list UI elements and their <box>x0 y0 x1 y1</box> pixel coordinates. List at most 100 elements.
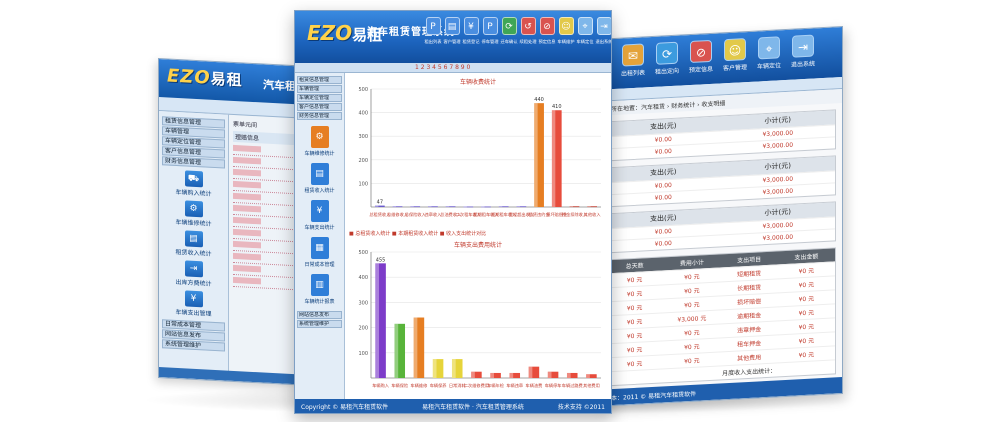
bar <box>551 110 562 207</box>
bar <box>509 372 521 378</box>
bar <box>490 372 501 378</box>
left-nav-label: 出库方费统计 <box>175 278 212 288</box>
x-tick-label: 车辆购入 <box>372 382 390 389</box>
toolbar-button[interactable]: ⊘ 预定信息 <box>538 17 556 45</box>
pay-icon: ¥ <box>463 17 479 35</box>
toolbar-label: 车辆维护 <box>557 39 575 45</box>
toolbar-label: 还车确认 <box>500 39 518 45</box>
bar <box>374 205 385 207</box>
toolbar-button[interactable]: ☺ 车辆维护 <box>557 17 575 45</box>
left-nav-item[interactable]: ⚙ 车辆维修统计 <box>159 199 228 229</box>
sidebar-nav-item[interactable]: ▥ 车辆统计报表 <box>295 274 344 305</box>
sidebar-submenu-item[interactable]: 网站信息发布 <box>297 311 342 319</box>
left-menu-item[interactable]: 财务信息管理 <box>162 156 225 169</box>
bar-highlight <box>528 366 533 378</box>
toolbar-button[interactable]: ¥ 租赁登记 <box>463 17 480 45</box>
sidebar-nav-label: 车辆支出统计 <box>304 225 335 231</box>
mail-icon: ✉ <box>622 43 644 67</box>
doc-icon: ▤ <box>444 17 460 35</box>
toolbar-button[interactable]: ⇥ 退出系统 <box>595 17 612 45</box>
right-toolbar-button[interactable]: ✉ 出租列表 <box>619 43 647 88</box>
bar-highlight <box>516 206 520 208</box>
people-icon: ☺ <box>558 17 574 35</box>
toolbar-label: 预定信息 <box>688 65 713 75</box>
chart-title: 车辆支出费用统计 <box>454 241 502 249</box>
x-tick-label: 车辆维修 <box>411 382 429 389</box>
x-tick-label: 车辆保养 <box>430 382 448 389</box>
x-tick-label: 车辆油费 <box>526 382 543 389</box>
bar-highlight <box>481 206 485 208</box>
right-toolbar-button[interactable]: ⊘ 预定信息 <box>687 39 715 85</box>
bar-highlight <box>471 371 475 378</box>
toolbar-label: 退出系统 <box>595 39 612 45</box>
right-toolbar-button[interactable]: ⟳ 租出定向 <box>653 41 681 86</box>
center-window: EZO易租 汽车租赁管理系统 P 租出列表 ▤ 客户管理 ¥ 租赁登记 P 停车管理 ⟳ 还车确认… <box>294 10 612 414</box>
right-toolbar-button[interactable]: ⌖ 车辆定位 <box>755 36 783 81</box>
data-label: 47 <box>377 200 383 206</box>
bar-highlight <box>587 206 591 208</box>
sidebar-nav-label: 车辆统计报表 <box>304 299 335 305</box>
sidebar-menu-item[interactable]: 车辆管理 <box>297 85 342 93</box>
income-chart-svg: 车辆收费统计10020030040050047总租赁收入总维修收入总保险收入违章… <box>349 75 607 225</box>
x-tick-label: 二次维修费用 <box>464 382 489 389</box>
right-toolbar-button[interactable]: ⇥ 退出系统 <box>789 34 817 79</box>
bar <box>413 317 425 378</box>
bar-highlight <box>566 372 571 378</box>
summary-table: 总天数 费用小计 支出项目 支出金额 ¥0 元 ¥0 元短期租赁 ¥0 元 ¥0 元 ¥0 元… <box>605 247 836 387</box>
bar <box>463 206 474 208</box>
bar <box>534 103 544 207</box>
left-nav-item[interactable]: ¥ 车辆支出管理 <box>159 289 228 319</box>
toolbar-button[interactable]: ⟳ 还车确认 <box>500 17 518 45</box>
toolbar-button[interactable]: P 停车管理 <box>481 17 499 45</box>
right-toolbar-button[interactable]: ☺ 客户管理 <box>721 38 749 83</box>
left-submenu-item[interactable]: 系统管理维护 <box>162 339 225 352</box>
p-icon: P <box>482 17 498 35</box>
bar <box>445 206 456 208</box>
toolbar-label: 车辆定位 <box>576 39 594 45</box>
y-tick-label: 200 <box>358 326 368 332</box>
bar-highlight <box>394 323 399 378</box>
sidebar-menu-item[interactable]: 财务信息管理 <box>297 112 342 120</box>
toolbar-label: 客户管理 <box>443 39 461 45</box>
expense-chart: 车辆支出费用统计 100 200 300 400 500 455 车辆购入 车辆保险 车辆维修 车辆… <box>349 238 607 402</box>
toolbar-button[interactable]: P 租出列表 <box>425 17 442 45</box>
sidebar-nav-item[interactable]: ¥ 车辆支出统计 <box>295 200 344 231</box>
finance-block: 支出(元) 小计(元) ¥0.00 ¥3,000.00 ¥0.00 ¥3,000.00 <box>605 201 836 254</box>
sidebar-menu-item[interactable]: 客户信息管理 <box>297 103 342 111</box>
register-icon: ▤ <box>184 230 203 248</box>
center-sub-strip: 1 2 3 4 5 6 7 8 9 0 <box>295 63 611 73</box>
toolbar-label: 预定信息 <box>538 39 556 45</box>
sidebar-submenu-item[interactable]: 系统管理维护 <box>297 320 342 328</box>
bar-highlight <box>432 359 437 378</box>
sidebar-nav-item[interactable]: ▦ 日常成本管理 <box>295 237 344 268</box>
toolbar-button[interactable]: ▤ 客户管理 <box>443 17 461 45</box>
bar <box>410 206 421 208</box>
sidebar-nav-item[interactable]: ⚙ 车辆维修统计 <box>295 126 344 157</box>
people-icon: ☺ <box>724 38 746 62</box>
sidebar-menu-item[interactable]: 车辆定位管理 <box>297 94 342 102</box>
exit-icon: ⇥ <box>792 34 814 58</box>
sidebar-nav-item[interactable]: ▤ 租赁收入统计 <box>295 163 344 194</box>
left-nav-item[interactable]: ⇥ 出库方费统计 <box>159 259 228 289</box>
sidebar-menu-item[interactable]: 租赁信息管理 <box>297 76 342 84</box>
toolbar-button[interactable]: ⌖ 车辆定位 <box>576 17 594 45</box>
left-nav-item[interactable]: ▤ 租赁收入统计 <box>159 229 228 259</box>
gps-icon: ⌖ <box>577 17 593 35</box>
toolbar-button[interactable]: ↺ 续租处理 <box>520 17 537 45</box>
logo-cn: 易租 <box>210 69 243 90</box>
y-tick-label: 200 <box>358 158 368 164</box>
ban-icon: ⊘ <box>539 17 555 35</box>
bar <box>375 263 386 378</box>
bar-highlight <box>509 372 514 378</box>
recycle-icon: ⟳ <box>501 17 517 35</box>
bar <box>586 374 597 378</box>
left-nav-item[interactable]: ⛟ 车辆购入统计 <box>159 169 228 199</box>
bar-highlight <box>490 372 495 378</box>
center-toolbar: P 租出列表 ▤ 客户管理 ¥ 租赁登记 P 停车管理 ⟳ 还车确认 ↺ 续租处理 ⊘ 预定信息 ☺ 车辆维护… <box>425 17 612 45</box>
bar <box>528 366 540 378</box>
bar <box>451 359 463 378</box>
toolbar-label: 停车管理 <box>481 39 499 45</box>
out-icon: ⇥ <box>184 260 203 278</box>
y-tick-label: 100 <box>358 351 368 357</box>
x-tick-label: 其他收入 <box>584 211 602 218</box>
